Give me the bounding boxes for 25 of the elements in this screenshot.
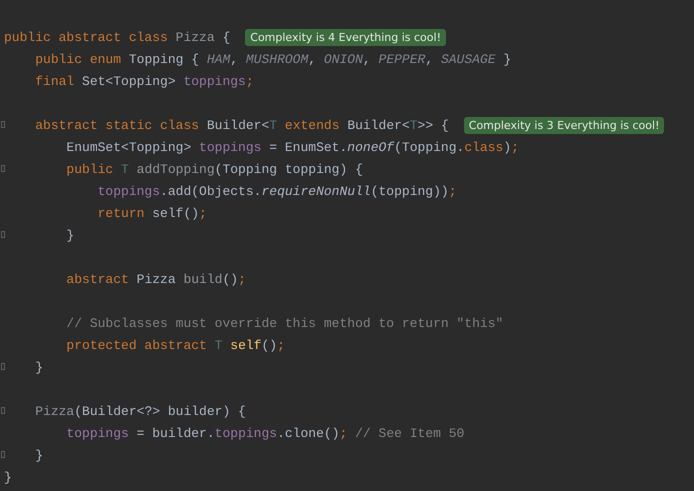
code-line: public T addTopping(Topping topping) { <box>66 162 363 176</box>
code-line: protected abstract T self(); <box>66 338 285 352</box>
code-line: } <box>4 470 12 484</box>
fold-icon[interactable] <box>1 165 5 172</box>
code-line: Pizza(Builder<?> builder) { <box>35 404 246 418</box>
code-line: // Subclasses must override this method to return "this" <box>66 316 504 330</box>
code-line: abstract Pizza build(); <box>66 272 246 286</box>
code-line: public enum Topping { HAM, MUSHROOM, ONION, PEPPER, SAUSAGE } <box>35 52 512 66</box>
code-line: toppings = builder.toppings.clone(); // See Item 50 <box>66 426 464 440</box>
complexity-badge: Complexity is 4 Everything is cool! <box>245 28 446 46</box>
fold-icon[interactable] <box>1 363 5 370</box>
fold-icon[interactable] <box>1 407 5 414</box>
code-line: } <box>35 448 44 462</box>
code-line: return self(); <box>98 206 207 220</box>
fold-icon[interactable] <box>1 231 5 238</box>
code-line: toppings.add(Objects.requireNonNull(topping)); <box>98 184 457 198</box>
code-line: public abstract class Pizza { <box>4 30 230 44</box>
code-line: EnumSet<Topping> toppings = EnumSet.noneOf(Topping.class); <box>66 140 519 154</box>
code-line: final Set<Topping> toppings; <box>35 74 254 88</box>
code-line: abstract static class Builder<T extends Builder<T>> { <box>35 118 449 132</box>
complexity-badge: Complexity is 3 Everything is cool! <box>464 116 664 134</box>
fold-icon[interactable] <box>1 121 5 128</box>
code-line: } <box>66 228 74 242</box>
fold-icon[interactable] <box>1 451 5 458</box>
code-line: } <box>35 360 44 374</box>
